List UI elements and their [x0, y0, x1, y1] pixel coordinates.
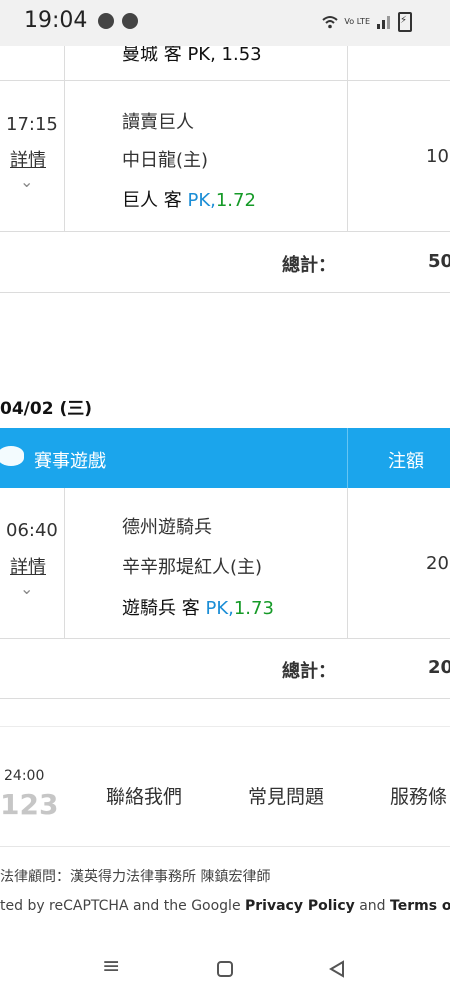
row-divider — [0, 231, 450, 232]
bet-amount: 10 — [426, 146, 449, 167]
column-divider — [347, 488, 348, 638]
bet-odds: 1.73 — [233, 598, 274, 619]
legal-advisor-text: 法律顧問：漢英得力法律事務所 陳鎮宏律師 — [0, 869, 271, 885]
menu-icon[interactable]: ≡ — [102, 954, 120, 979]
service-hours: 24:00 — [4, 768, 45, 784]
footer-link-contact[interactable]: 聯絡我們 — [106, 782, 182, 809]
navigation-bar: ≡ — [0, 930, 450, 1000]
privacy-policy-link[interactable]: Privacy Policy — [245, 898, 355, 914]
row-divider — [0, 698, 450, 699]
chevron-down-icon[interactable]: ⌄ — [20, 579, 33, 598]
total-label: 總計： — [282, 661, 336, 682]
bet-pk: PK, — [187, 190, 216, 211]
column-divider — [64, 488, 65, 638]
wifi-icon — [322, 16, 339, 29]
match-time: 06:40 — [6, 520, 58, 541]
footer-link-terms[interactable]: 服務條 — [390, 782, 447, 809]
partial-bet-text: 曼城 客 PK, 1.53 — [122, 44, 262, 65]
team-away: 讀賣巨人 — [122, 112, 194, 133]
row-divider — [0, 638, 450, 639]
notification-icons — [98, 13, 138, 29]
bet-team: 巨人 客 — [122, 190, 182, 211]
signal-icon — [377, 16, 390, 29]
footer-divider — [0, 846, 450, 847]
database-coins-icon — [0, 446, 24, 466]
team-home: 辛辛那堤紅人(主) — [122, 557, 263, 578]
bet-selection: 巨人 客 PK,1.72 — [122, 186, 256, 212]
row-divider — [0, 292, 450, 293]
chevron-down-icon[interactable]: ⌄ — [20, 172, 33, 191]
bet-team: 遊騎兵 客 — [122, 598, 200, 619]
bet-selection: 遊騎兵 客 PK,1.73 — [122, 594, 274, 620]
status-bar: 19:04 Vo LTE — [0, 0, 450, 46]
home-square-icon[interactable] — [216, 960, 234, 978]
match-time: 17:15 — [6, 114, 58, 135]
terms-link[interactable]: Terms of — [390, 898, 450, 914]
status-time: 19:04 — [24, 8, 88, 33]
bet-odds: 1.72 — [215, 190, 256, 211]
phone-number: 123 — [0, 788, 59, 821]
footer-link-faq[interactable]: 常見問題 — [248, 782, 324, 809]
header-amount-label: 注額 — [388, 451, 424, 472]
row-divider — [0, 80, 450, 81]
date-heading: 04/02 (三) — [0, 399, 92, 419]
header-games-label: 賽事遊戲 — [34, 451, 106, 472]
detail-link[interactable]: 詳情 — [10, 553, 46, 579]
column-divider — [64, 81, 65, 231]
detail-link[interactable]: 詳情 — [10, 146, 46, 172]
line-app-icon — [122, 13, 138, 29]
bet-pk: PK, — [205, 598, 234, 619]
total-value: 50 — [428, 251, 450, 272]
battery-charging-icon — [398, 12, 412, 32]
column-divider — [64, 46, 65, 80]
recaptcha-notice: ted by reCAPTCHA and the Google Privacy … — [0, 898, 450, 914]
team-away: 德州遊騎兵 — [122, 517, 212, 538]
bet-amount: 20 — [426, 553, 449, 574]
system-icons: Vo LTE — [322, 12, 412, 32]
column-divider — [347, 81, 348, 231]
header-divider — [347, 428, 348, 488]
table-header: 賽事遊戲 注額 — [0, 428, 450, 488]
back-triangle-icon[interactable] — [328, 960, 346, 978]
team-home: 中日龍(主) — [122, 150, 209, 171]
total-value: 20 — [428, 657, 450, 678]
volte-lte-icon: Vo LTE — [344, 17, 370, 26]
recaptcha-and: and — [354, 898, 391, 914]
recaptcha-prefix: ted by reCAPTCHA and the Google — [0, 898, 246, 914]
column-divider — [347, 46, 348, 80]
footer-divider — [0, 726, 450, 727]
chat-bubble-icon — [98, 13, 114, 29]
total-label: 總計： — [282, 255, 336, 276]
